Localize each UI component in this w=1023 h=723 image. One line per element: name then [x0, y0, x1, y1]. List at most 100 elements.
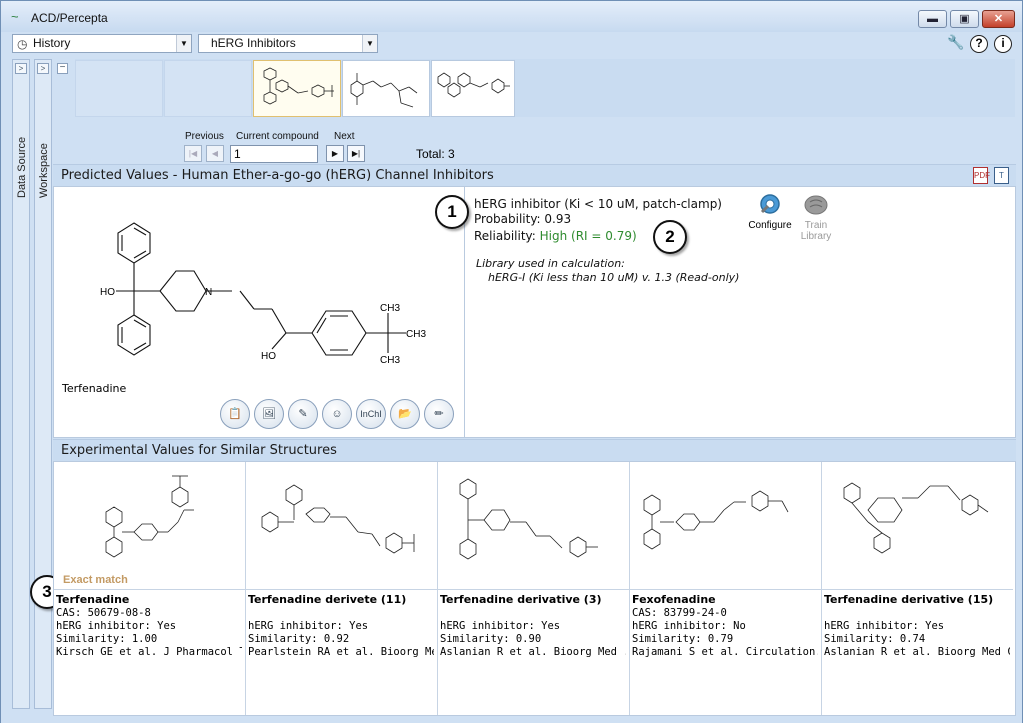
methyl-label: CH3	[406, 329, 426, 340]
data-source-label: Data Source	[16, 136, 28, 198]
history-value: History	[33, 36, 71, 50]
ho-label: HO	[100, 287, 115, 298]
terfenadine-structure: HO N HO CH3 CH3 CH3	[100, 222, 426, 366]
structure-image	[438, 462, 629, 590]
collapse-strip-icon[interactable]: −	[57, 63, 68, 74]
minimize-button[interactable]: ▬	[918, 10, 947, 28]
card-cas: CAS: 50679-08-8	[56, 607, 151, 619]
copy-image-icon[interactable]: 🖼	[254, 399, 284, 429]
clipboard-icon[interactable]: 📋	[220, 399, 250, 429]
structure-drawing	[843, 482, 989, 554]
similar-compound-card[interactable]: Exact match Terfenadine CAS: 50679-08-8 …	[54, 462, 246, 715]
card-reference: Kirsch GE et al. J Pharmacol T..	[56, 646, 242, 658]
total-count: Total: 3	[416, 147, 455, 161]
library-name: hERG-I (Ki less than 10 uM) v. 1.3 (Read…	[488, 271, 740, 284]
wrench-icon[interactable]: 🔧	[947, 35, 965, 53]
current-compound-input[interactable]: 1	[230, 145, 318, 163]
predicted-header: Predicted Values - Human Ether-a-go-go (…	[53, 164, 1016, 186]
card-similarity: Similarity: 0.79	[632, 633, 734, 645]
next-label: Next	[334, 131, 355, 142]
card-herg: hERG inhibitor: Yes	[56, 620, 177, 632]
compound-strip	[75, 59, 1015, 117]
structure-image: Exact match	[54, 462, 245, 590]
structure-drawing	[459, 478, 598, 560]
toolbar: ◷ History ▼ hERG Inhibitors ▼ 🔧 ? i	[9, 32, 1015, 56]
reliability-value: High (RI = 0.79)	[539, 229, 637, 243]
app-window: ~ ACD/Percepta ▬ ▣ ✕ ◷ History ▼ hERG In…	[0, 0, 1023, 723]
previous-label: Previous	[185, 131, 224, 142]
card-name: Fexofenadine	[632, 593, 716, 606]
chevron-down-icon[interactable]: ▼	[176, 35, 191, 52]
data-source-tab[interactable]: > Data Source	[12, 59, 30, 709]
pencil-icon[interactable]: ✏	[424, 399, 454, 429]
info-icon[interactable]: i	[994, 35, 1012, 53]
thumbnail-compound-1[interactable]	[253, 60, 341, 117]
help-icon[interactable]: ?	[970, 35, 988, 53]
last-button[interactable]: ▶|	[347, 145, 365, 162]
close-button[interactable]: ✕	[982, 10, 1015, 28]
structure-image	[630, 462, 821, 590]
title-bar[interactable]: ~ ACD/Percepta ▬ ▣ ✕	[1, 1, 1022, 32]
train-label-line2: Library	[800, 231, 832, 242]
inchi-button[interactable]: InChI	[356, 399, 386, 429]
card-cas: CAS: 83799-24-0	[632, 607, 727, 619]
methyl-label: CH3	[380, 355, 400, 366]
clock-icon: ◷	[17, 37, 28, 51]
module-dropdown[interactable]: hERG Inhibitors ▼	[198, 34, 378, 53]
maximize-button[interactable]: ▣	[950, 10, 979, 28]
card-similarity: Similarity: 0.90	[440, 633, 542, 645]
gear-icon	[760, 194, 780, 214]
expand-icon[interactable]: >	[37, 63, 49, 74]
structure-image	[246, 462, 437, 590]
next-button[interactable]: ▶	[326, 145, 344, 162]
exact-match-label: Exact match	[63, 574, 128, 586]
train-label-line1: Train	[804, 220, 828, 231]
structure-image	[822, 462, 1013, 590]
similar-compound-card[interactable]: Fexofenadine CAS: 83799-24-0 hERG inhibi…	[630, 462, 822, 715]
thumbnail-compound-3[interactable]	[431, 60, 515, 117]
predicted-title: Predicted Values - Human Ether-a-go-go (…	[61, 168, 494, 183]
card-name: Terfenadine derivative (15)	[824, 593, 994, 606]
window-title: ACD/Percepta	[31, 11, 108, 25]
compound-name: Terfenadine	[62, 382, 127, 395]
thumbnail-compound-2[interactable]	[342, 60, 430, 117]
probability-text: Probability: 0.93	[474, 212, 572, 226]
experimental-header: Experimental Values for Similar Structur…	[53, 439, 1016, 461]
card-herg: hERG inhibitor: Yes	[248, 620, 369, 632]
brain-icon	[804, 195, 828, 215]
expand-icon[interactable]: >	[15, 63, 27, 74]
similar-compound-card[interactable]: Terfenadine derivative (3) hERG inhibito…	[438, 462, 630, 715]
similar-compound-card[interactable]: Terfenadine derivete (11) hERG inhibitor…	[246, 462, 438, 715]
nitrogen-label: N	[205, 287, 212, 298]
thumbnail-empty	[164, 60, 252, 117]
callout-2: 2	[653, 220, 687, 254]
structure-thumbnail	[437, 72, 510, 98]
module-value: hERG Inhibitors	[211, 36, 296, 50]
methyl-label: CH3	[380, 303, 400, 314]
structure-view[interactable]: HO N HO CH3 CH3 CH3 Terfenadine 📋 🖼 ✎ ☺ …	[54, 187, 465, 437]
chevron-down-icon[interactable]: ▼	[362, 35, 377, 52]
edit-structure-icon[interactable]: ✎	[288, 399, 318, 429]
smiles-icon[interactable]: ☺	[322, 399, 352, 429]
card-reference: Rajamani S et al. Circulation. ..	[632, 646, 818, 658]
workspace-tab[interactable]: > Workspace	[34, 59, 52, 709]
previous-button[interactable]: ◀	[206, 145, 224, 162]
text-export-icon[interactable]: T	[994, 167, 1009, 184]
card-name: Terfenadine	[56, 593, 130, 606]
reliability-row: Reliability: High (RI = 0.79)	[474, 229, 637, 243]
train-library-button[interactable]: Train Library	[786, 190, 846, 242]
ho-label: HO	[261, 351, 276, 362]
card-reference: Pearlstein RA et al. Bioorg Me..	[248, 646, 434, 658]
first-button[interactable]: |◀	[184, 145, 202, 162]
similar-compound-card[interactable]: Terfenadine derivative (15) hERG inhibit…	[822, 462, 1016, 715]
structure-drawing	[105, 475, 194, 558]
experimental-title: Experimental Values for Similar Structur…	[61, 443, 337, 458]
open-folder-icon[interactable]: 📂	[390, 399, 420, 429]
pdf-export-icon[interactable]: PDF	[973, 167, 990, 184]
library-intro: Library used in calculation:	[476, 257, 625, 270]
card-name: Terfenadine derivete (11)	[248, 593, 407, 606]
structure-thumbnail	[350, 73, 418, 108]
card-similarity: Similarity: 0.74	[824, 633, 926, 645]
structure-drawing	[261, 484, 415, 554]
history-dropdown[interactable]: ◷ History ▼	[12, 34, 192, 53]
